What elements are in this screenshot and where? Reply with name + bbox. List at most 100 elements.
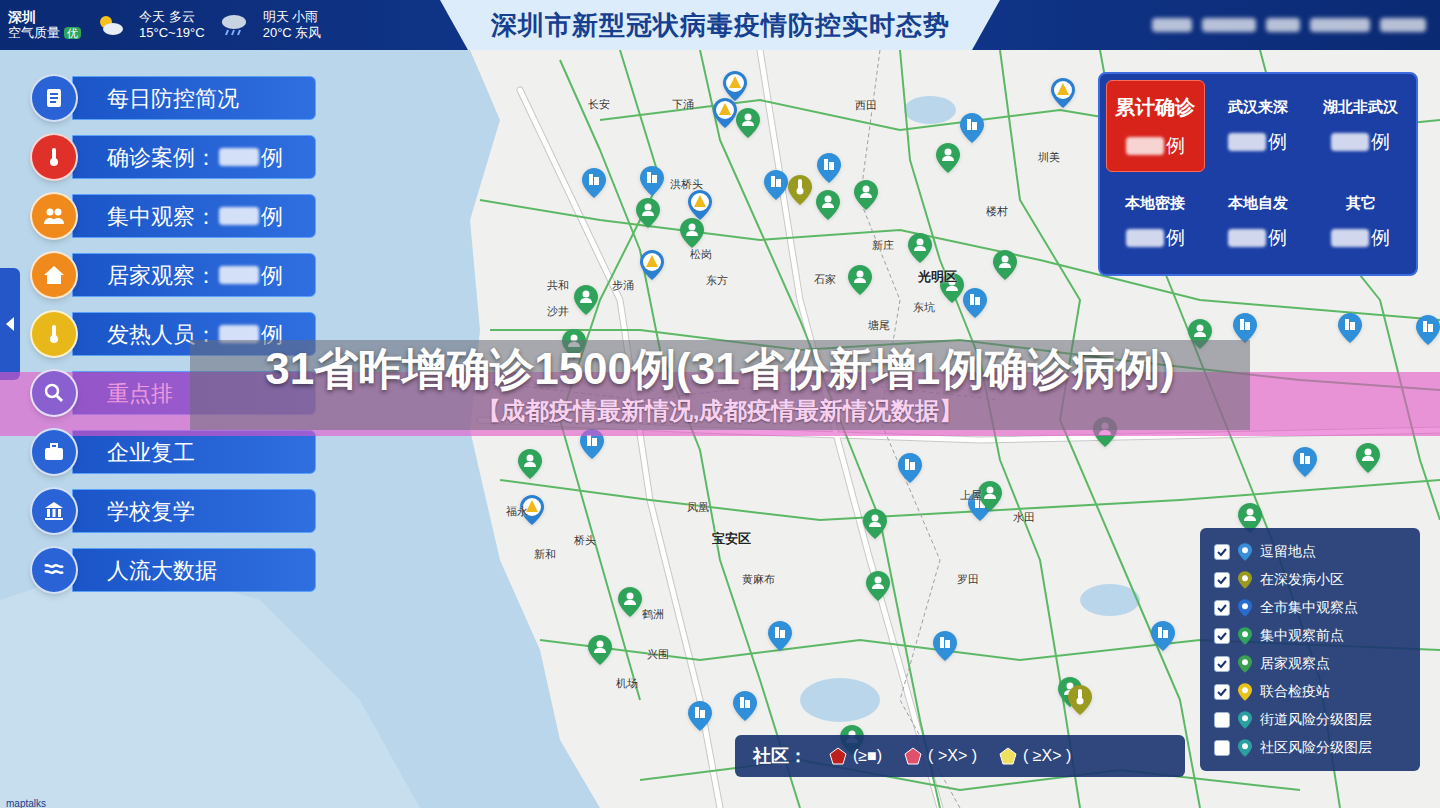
stay-pin-icon[interactable] — [1151, 621, 1175, 651]
stat-cell[interactable]: 其它例 — [1311, 176, 1410, 268]
weather-today: 今天 多云15°C~19°C — [139, 9, 205, 40]
observe-pin-icon[interactable] — [908, 233, 932, 263]
search-icon — [42, 381, 66, 405]
stat-cell[interactable]: 湖北非武汉例 — [1311, 80, 1410, 172]
observe-pin-icon[interactable] — [854, 180, 878, 210]
stay-pin-icon[interactable] — [963, 288, 987, 318]
stay-pin-icon[interactable] — [768, 621, 792, 651]
stay-pin-icon[interactable] — [1338, 313, 1362, 343]
layer-row[interactable]: 联合检疫站 — [1214, 680, 1406, 703]
layer-pin-icon — [1238, 543, 1252, 561]
menu-item[interactable]: 每日防控简况 — [30, 74, 316, 122]
layer-row[interactable]: 在深发病小区 — [1214, 568, 1406, 591]
stat-cell[interactable]: 累计确诊例 — [1106, 80, 1205, 172]
school-icon — [42, 499, 66, 523]
layer-pin-icon — [1238, 627, 1252, 645]
stay-pin-icon[interactable] — [640, 166, 664, 196]
menu-item[interactable]: 确诊案例：例 — [30, 133, 316, 181]
observe-pin-icon[interactable] — [863, 509, 887, 539]
layer-row[interactable]: 逗留地点 — [1214, 540, 1406, 563]
community-item: ( >X> ) — [904, 744, 977, 768]
observe-pin-icon[interactable] — [588, 635, 612, 665]
page-title: 深圳市新型冠状病毒疫情防控实时态势 — [491, 6, 950, 45]
layer-checkbox[interactable] — [1214, 544, 1230, 560]
stat-label: 湖北非武汉 — [1323, 96, 1398, 119]
layer-row[interactable]: 居家观察点 — [1214, 652, 1406, 675]
observe-pin-icon[interactable] — [636, 198, 660, 228]
stay-pin-icon[interactable] — [764, 170, 788, 200]
layer-checkbox[interactable] — [1214, 600, 1230, 616]
menu-item[interactable]: 集中观察：例 — [30, 192, 316, 240]
menu-icon-circle — [30, 546, 78, 594]
layer-row[interactable]: 集中观察前点 — [1214, 624, 1406, 647]
observe-pin-icon[interactable] — [993, 250, 1017, 280]
layer-row[interactable]: 街道风险分级图层 — [1214, 708, 1406, 731]
stay-pin-icon[interactable] — [933, 631, 957, 661]
layer-checkbox[interactable] — [1214, 572, 1230, 588]
place-label: 下涌 — [672, 96, 694, 113]
arrow-left-icon — [5, 316, 15, 332]
stay-pin-icon[interactable] — [898, 453, 922, 483]
place-label: 东坑 — [913, 299, 935, 316]
place-label: 新和 — [534, 546, 556, 563]
layer-pin-icon — [1238, 655, 1252, 673]
weather-temp: 15°C~19°C — [139, 25, 205, 41]
stay-pin-icon[interactable] — [1233, 313, 1257, 343]
station-pin-icon[interactable] — [640, 250, 664, 280]
blurred-value — [1126, 137, 1164, 155]
observe-pin-icon[interactable] — [866, 571, 890, 601]
layer-label: 逗留地点 — [1260, 541, 1316, 562]
observe-pin-icon[interactable] — [618, 587, 642, 617]
stat-cell[interactable]: 本地自发例 — [1209, 176, 1308, 268]
stay-pin-icon[interactable] — [733, 691, 757, 721]
fever-pin-icon[interactable] — [1068, 685, 1092, 715]
stay-pin-icon[interactable] — [960, 113, 984, 143]
stay-pin-icon[interactable] — [688, 701, 712, 731]
stats-panel: 累计确诊例武汉来深例湖北非武汉例本地密接例本地自发例其它例 — [1098, 72, 1418, 276]
station-pin-icon[interactable] — [713, 98, 737, 128]
observe-pin-icon[interactable] — [848, 265, 872, 295]
layer-label: 全市集中观察点 — [1260, 597, 1358, 618]
blurred-info — [1380, 18, 1426, 32]
observe-pin-icon[interactable] — [680, 218, 704, 248]
station-pin-icon[interactable] — [1051, 78, 1075, 108]
layer-checkbox[interactable] — [1214, 712, 1230, 728]
layer-row[interactable]: 社区风险分级图层 — [1214, 736, 1406, 759]
observe-pin-icon[interactable] — [574, 285, 598, 315]
observe-pin-icon[interactable] — [518, 449, 542, 479]
layer-row[interactable]: 全市集中观察点 — [1214, 596, 1406, 619]
blurred-value — [1331, 229, 1369, 247]
stay-pin-icon[interactable] — [1416, 315, 1440, 345]
observe-pin-icon[interactable] — [1356, 443, 1380, 473]
layer-checkbox[interactable] — [1214, 656, 1230, 672]
menu-item[interactable]: 人流大数据 — [30, 546, 316, 594]
stat-unit: 例 — [1371, 224, 1390, 253]
fever-pin-icon[interactable] — [788, 175, 812, 205]
menu-item[interactable]: 居家观察：例 — [30, 251, 316, 299]
menu-item[interactable]: 学校复学 — [30, 487, 316, 535]
collapse-tab[interactable] — [0, 268, 20, 380]
station-pin-icon[interactable] — [723, 71, 747, 101]
station-pin-icon[interactable] — [688, 190, 712, 220]
stay-pin-icon[interactable] — [582, 168, 606, 198]
stat-label: 武汉来深 — [1228, 96, 1288, 119]
observe-pin-icon[interactable] — [816, 190, 840, 220]
menu-label: 每日防控简况 — [107, 82, 239, 115]
layer-checkbox[interactable] — [1214, 684, 1230, 700]
observe-pin-icon[interactable] — [936, 143, 960, 173]
weather-temp: 20°C 东风 — [263, 25, 322, 41]
layer-label: 集中观察前点 — [1260, 625, 1344, 646]
place-label: 上屋 — [960, 487, 982, 504]
layer-checkbox[interactable] — [1214, 740, 1230, 756]
layer-checkbox[interactable] — [1214, 628, 1230, 644]
blurred-value — [219, 148, 259, 166]
stay-pin-icon[interactable] — [1293, 447, 1317, 477]
place-label: 松岗 — [690, 246, 712, 263]
blurred-info — [1202, 18, 1256, 32]
observe-pin-icon[interactable] — [736, 108, 760, 138]
stay-pin-icon[interactable] — [817, 153, 841, 183]
stat-cell[interactable]: 本地密接例 — [1106, 176, 1205, 268]
menu-bar: 每日防控简况 — [72, 76, 316, 120]
blurred-value — [219, 207, 259, 225]
stat-cell[interactable]: 武汉来深例 — [1209, 80, 1308, 172]
